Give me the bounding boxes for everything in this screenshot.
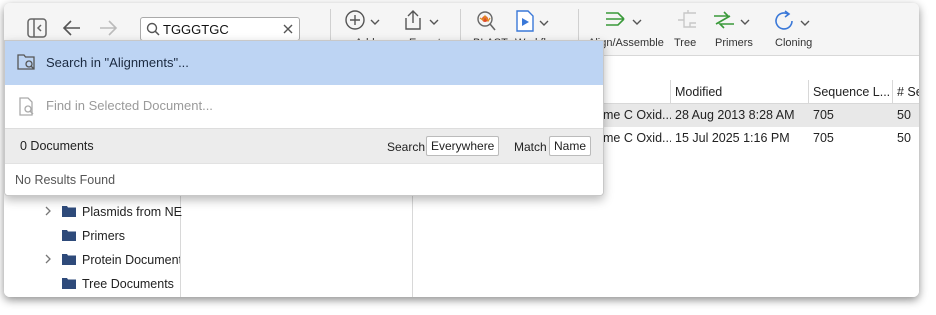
workflow-document-icon bbox=[515, 9, 535, 36]
clear-search-icon[interactable] bbox=[281, 22, 295, 39]
tree-item-label: Primers bbox=[82, 229, 126, 243]
folder-icon bbox=[62, 253, 76, 268]
add-icon bbox=[344, 9, 366, 34]
tree-icon bbox=[676, 9, 698, 34]
cloning-button[interactable] bbox=[772, 9, 810, 36]
search-in-label: Search in "Alignments"... bbox=[46, 55, 189, 70]
tree-button[interactable] bbox=[676, 9, 698, 34]
workflows-button[interactable] bbox=[515, 9, 549, 36]
tree-item-primers[interactable]: Primers bbox=[62, 226, 125, 246]
blast-button[interactable] bbox=[474, 9, 498, 36]
tree-item-plasmids[interactable]: Plasmids from NE bbox=[62, 202, 182, 222]
primers-arrows-icon bbox=[712, 9, 736, 34]
cell-name: me C Oxid... bbox=[603, 108, 671, 122]
primers-label: Primers bbox=[715, 37, 753, 49]
search-icon bbox=[146, 22, 160, 39]
match-label: Match bbox=[514, 140, 547, 154]
chevron-right-icon[interactable] bbox=[44, 254, 52, 267]
chevron-down-icon bbox=[429, 15, 439, 29]
no-results-row: No Results Found bbox=[5, 163, 603, 195]
search-field[interactable] bbox=[140, 17, 300, 41]
search-input[interactable] bbox=[163, 21, 273, 37]
folder-search-icon bbox=[17, 53, 37, 74]
document-search-icon bbox=[17, 97, 37, 120]
documents-count: 0 Documents bbox=[20, 139, 94, 153]
column-header-modified[interactable]: Modified bbox=[671, 80, 809, 104]
export-button[interactable] bbox=[401, 9, 439, 34]
chevron-down-icon bbox=[539, 16, 549, 30]
no-results-text: No Results Found bbox=[15, 173, 116, 187]
search-in-alignments-option[interactable]: Search in "Alignments"... bbox=[5, 41, 603, 85]
align-lines-icon bbox=[604, 9, 628, 34]
cell-seqs: 50 bbox=[897, 131, 911, 145]
tree-item-tree-documents[interactable]: Tree Documents bbox=[62, 274, 174, 294]
chevron-down-icon bbox=[800, 16, 810, 30]
chevron-down-icon bbox=[740, 15, 750, 29]
column-header-sequence-length[interactable]: Sequence L... bbox=[809, 80, 893, 104]
folder-icon bbox=[62, 277, 76, 292]
cell-length: 705 bbox=[813, 108, 834, 122]
search-scope-select[interactable]: Everywhere bbox=[426, 136, 500, 156]
chevron-down-icon bbox=[370, 15, 380, 29]
cloning-circular-icon bbox=[772, 9, 796, 36]
cell-modified: 28 Aug 2013 8:28 AM bbox=[675, 108, 795, 122]
results-summary-bar: 0 Documents Search Everywhere Match Name bbox=[5, 128, 603, 163]
align-assemble-button[interactable] bbox=[604, 9, 642, 34]
tree-item-label: Plasmids from NE bbox=[82, 205, 183, 219]
forward-arrow-icon[interactable] bbox=[98, 19, 118, 40]
back-arrow-icon[interactable] bbox=[62, 19, 82, 40]
tree-item-label: Tree Documents bbox=[82, 277, 174, 291]
primers-button[interactable] bbox=[712, 9, 750, 34]
find-in-selected-document-option[interactable]: Find in Selected Document... bbox=[5, 85, 603, 128]
column-header-num-sequences[interactable]: # Se bbox=[893, 80, 919, 104]
search-dropdown: Search in "Alignments"... Find in Select… bbox=[4, 40, 604, 196]
cell-modified: 15 Jul 2025 1:16 PM bbox=[675, 131, 790, 145]
cell-length: 705 bbox=[813, 131, 834, 145]
app-window: Add Export BLAST Workflows bbox=[4, 3, 919, 297]
blast-target-icon bbox=[474, 9, 498, 36]
chevron-down-icon bbox=[632, 15, 642, 29]
find-in-label: Find in Selected Document... bbox=[46, 98, 213, 113]
sidebar-toggle-icon[interactable] bbox=[26, 17, 48, 42]
folder-icon bbox=[62, 205, 76, 220]
cell-seqs: 50 bbox=[897, 108, 911, 122]
tree-item-label: Protein Document bbox=[82, 253, 180, 267]
match-field-select[interactable]: Name bbox=[549, 136, 592, 156]
tree-item-protein-documents[interactable]: Protein Document bbox=[62, 250, 180, 270]
cloning-label: Cloning bbox=[775, 37, 813, 49]
folder-icon bbox=[62, 229, 76, 244]
tree-label: Tree bbox=[674, 37, 697, 49]
export-icon bbox=[401, 9, 425, 34]
chevron-right-icon[interactable] bbox=[44, 206, 52, 219]
cell-name: me C Oxid... bbox=[603, 131, 671, 145]
add-button[interactable] bbox=[344, 9, 380, 34]
search-scope-label: Search bbox=[387, 140, 426, 154]
